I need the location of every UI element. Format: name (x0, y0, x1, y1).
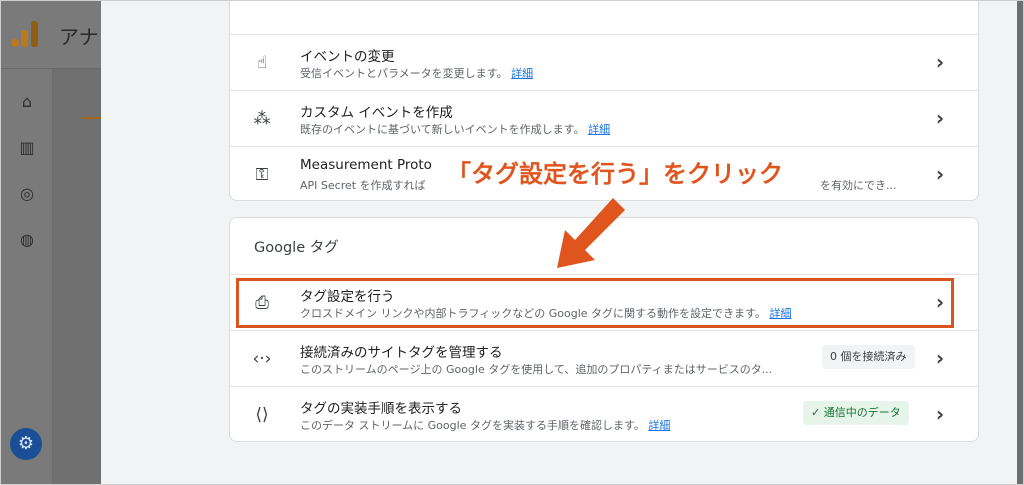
chevron-right-icon[interactable]: › (930, 401, 950, 427)
chevron-right-icon[interactable]: › (930, 49, 950, 75)
row-description: このデータ ストリームに Google タグを実装する手順を確認します。 詳細 (300, 419, 671, 432)
sparkle-cursor-icon: ⁂ (253, 109, 271, 129)
explore-icon[interactable]: ◎ (16, 183, 38, 205)
code-arrows-icon: ‹·› (252, 349, 272, 369)
row-title: 接続済みのサイトタグを管理する (300, 345, 503, 361)
row-description: API Secret を作成すれば (300, 179, 426, 192)
row-description: クロスドメイン リンクや内部トラフィックなどの Google タグに関する動作を… (300, 307, 792, 320)
row-title: イベントの変更 (300, 49, 395, 65)
home-icon[interactable]: ⌂ (16, 91, 38, 113)
analytics-logo-icon (11, 21, 41, 47)
learn-more-link[interactable]: 詳細 (511, 67, 533, 80)
app-header: アナ (1, 1, 101, 69)
settings-gear-icon[interactable]: ⚙ (10, 428, 42, 460)
reports-icon[interactable]: ▥ (16, 137, 38, 159)
touch-icon: ☝ (256, 53, 268, 73)
chevron-right-icon[interactable]: › (930, 345, 950, 371)
app-title: アナ (59, 25, 99, 49)
left-nav: ⌂ ▥ ◎ ◍ (1, 69, 53, 484)
tab-indicator (81, 117, 101, 119)
section-title: Google タグ (254, 240, 339, 256)
learn-more-link[interactable]: 詳細 (648, 419, 670, 432)
row-description: このストリームのページ上の Google タグを使用して、追加のプロパティまたは… (300, 363, 773, 376)
advertising-icon[interactable]: ◍ (16, 229, 38, 251)
instruction-callout: 「タグ設定を行う」をクリック (435, 153, 795, 195)
row-description: 既存のイベントに基づいて新しいイベントを作成します。 詳細 (300, 123, 611, 136)
view-tag-instructions-row[interactable]: ⟨⟩ タグの実装手順を表示する このデータ ストリームに Google タグを実… (230, 386, 978, 441)
screenshot-frame: アナ ⌂ ▥ ◎ ◍ ⚙ ☝ イベントの変更 受信イベントとパラメータを変更しま… (0, 0, 1024, 485)
key-icon: ⚿ (255, 165, 269, 185)
row-title: タグ設定を行う (300, 289, 395, 305)
create-custom-event-row[interactable]: ⁂ カスタム イベントを作成 既存のイベントに基づいて新しいイベントを作成します… (230, 90, 978, 146)
row-title: カスタム イベントを作成 (300, 105, 453, 121)
row-description: 受信イベントとパラメータを変更します。 詳細 (300, 67, 534, 80)
main-content-dimmed (53, 69, 101, 484)
data-flowing-badge: ✓ 通信中のデータ (803, 401, 909, 425)
modify-events-row[interactable]: ☝ イベントの変更 受信イベントとパラメータを変更します。 詳細 › (230, 34, 978, 90)
chevron-right-icon[interactable]: › (930, 105, 950, 131)
row-title: Measurement Proto (300, 157, 432, 173)
configure-tag-settings-row[interactable]: ⎙ タグ設定を行う クロスドメイン リンクや内部トラフィックなどの Google… (230, 274, 978, 330)
manage-connected-site-tags-row[interactable]: ‹·› 接続済みのサイトタグを管理する このストリームのページ上の Google… (230, 330, 978, 386)
chevron-right-icon[interactable]: › (930, 161, 950, 187)
tag-icon: ⎙ (255, 293, 269, 313)
learn-more-link[interactable]: 詳細 (588, 123, 610, 136)
code-doc-icon: ⟨⟩ (255, 405, 269, 425)
connected-count-badge: 0 個を接続済み (822, 345, 915, 369)
learn-more-link[interactable]: 詳細 (769, 307, 791, 320)
row-description-tail: を有効にでき... (820, 179, 897, 192)
row-title: タグの実装手順を表示する (300, 401, 462, 417)
pointer-arrow-icon (557, 198, 625, 268)
chevron-right-icon[interactable]: › (930, 289, 950, 315)
